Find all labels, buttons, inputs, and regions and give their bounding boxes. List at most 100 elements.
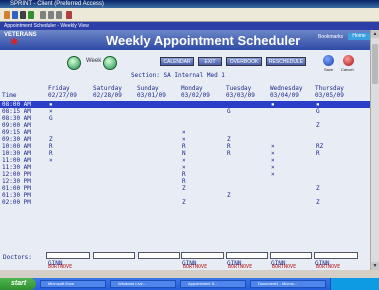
slot-cell[interactable]: R (227, 143, 231, 150)
refresh-icon[interactable] (28, 11, 34, 19)
slot-cell[interactable]: Z (49, 136, 53, 143)
table-row[interactable]: 08:00 AM ▪ ▪ ▪ (0, 101, 370, 108)
scroll-up-icon[interactable]: ▲ (371, 30, 379, 38)
table-row[interactable]: 01:00 PM Z Z (0, 185, 370, 192)
table-row[interactable]: 02:00 PM Z Z (0, 199, 370, 206)
app-title: Appointment Scheduler - Weekly View (4, 23, 89, 29)
slot-cell[interactable]: × (49, 108, 53, 115)
slot-cell[interactable]: × (271, 171, 275, 178)
overbook-button[interactable]: OVERBOOK (226, 57, 262, 66)
slot-cell[interactable]: R (227, 150, 231, 157)
cancel-label: Cancel (341, 67, 354, 72)
previous-week-button[interactable] (67, 56, 81, 70)
slot-cell[interactable]: Z (182, 185, 186, 192)
window-title: SPRINT - Client (Preferred Access) (10, 1, 104, 7)
slot-cell[interactable]: × (182, 136, 186, 143)
day-header-friday: Friday 02/27/09 (48, 85, 77, 99)
slot-cell[interactable]: Z (316, 122, 320, 129)
time-cell: 02:00 PM (2, 199, 31, 206)
slot-cell[interactable]: Z (227, 136, 231, 143)
time-cell: 01:30 PM (2, 192, 31, 199)
slot-cell[interactable]: × (182, 129, 186, 136)
slot-cell[interactable]: × (271, 143, 275, 150)
time-cell: 08:30 AM (2, 115, 31, 122)
slot-cell[interactable]: Z (316, 185, 320, 192)
slot-cell[interactable]: R (182, 143, 186, 150)
table-row[interactable]: 09:15 AM × (0, 129, 370, 136)
table-row[interactable]: 09:30 AM Z × Z (0, 136, 370, 143)
time-cell: 11:30 AM (2, 164, 31, 171)
table-row[interactable]: 08:30 AM G (0, 115, 370, 122)
slot-cell[interactable]: R (316, 150, 320, 157)
vertical-scrollbar[interactable]: ▲ ▼ (370, 30, 379, 270)
taskbar-item[interactable]: Document1 - Micros... (250, 280, 326, 288)
doctor-field-thursday[interactable]: BORTNOVE (314, 252, 358, 270)
scroll-down-icon[interactable]: ▼ (371, 262, 379, 270)
slot-cell[interactable]: RZ (316, 143, 323, 150)
bookmarks-link[interactable]: Bookmarks (318, 34, 343, 40)
doctor-field-wednesday[interactable]: BORTNOVE (270, 252, 312, 270)
taskbar-item[interactable]: Microsoft Exce (40, 280, 106, 288)
slot-cell[interactable]: × (182, 164, 186, 171)
cancel-icon[interactable] (343, 55, 354, 66)
table-row[interactable]: 09:00 AM Z (0, 122, 370, 129)
exit-button[interactable]: EXIT (198, 57, 222, 66)
slot-cell[interactable]: × (271, 157, 275, 164)
slot-cell[interactable]: G (316, 108, 320, 115)
table-row[interactable]: 08:15 AM × G G (0, 108, 370, 115)
doctor-name-wednesday: GINN (271, 260, 286, 267)
table-row[interactable]: 10:00 AM R R R × RZ (0, 143, 370, 150)
help-icon[interactable] (66, 11, 72, 19)
scroll-thumb[interactable] (372, 44, 378, 84)
paste-icon[interactable] (56, 11, 62, 19)
copy-icon[interactable] (48, 11, 54, 19)
slot-cell[interactable]: R (182, 171, 186, 178)
home-button[interactable]: Home (348, 33, 370, 40)
cut-icon[interactable] (40, 11, 46, 19)
doctor-field-tuesday[interactable]: BORTNOVE (226, 252, 268, 270)
slot-cell[interactable]: R (49, 143, 53, 150)
save-file-icon[interactable] (12, 11, 18, 19)
table-row[interactable]: 11:30 AM × × (0, 164, 370, 171)
taskbar-item[interactable]: Windows Live... (110, 280, 176, 288)
table-row[interactable]: 10:30 AM R N R × R (0, 150, 370, 157)
star-icon: ✱ (10, 37, 19, 48)
doctor-field-sunday[interactable] (138, 252, 180, 259)
doctor-field-saturday[interactable] (93, 252, 135, 259)
slot-cell[interactable]: G (49, 115, 53, 122)
slot-cell[interactable]: × (271, 150, 275, 157)
slot-cell[interactable]: × (182, 157, 186, 164)
table-row[interactable]: 12:30 PM R (0, 178, 370, 185)
doctors-label: Doctors: (3, 254, 32, 261)
calendar-button[interactable]: CALENDAR (160, 57, 194, 66)
time-cell: 01:00 PM (2, 185, 31, 192)
taskbar-item[interactable]: Appointment S... (180, 280, 246, 288)
slot-cell[interactable]: ▪ (271, 101, 275, 108)
doctor-field-friday[interactable]: BORTNOVE (46, 252, 90, 270)
window-title-bar: SPRINT - Client (Preferred Access) (0, 0, 379, 8)
slot-cell[interactable]: Z (316, 199, 320, 206)
time-cell: 08:00 AM (2, 101, 31, 108)
table-row[interactable]: 01:30 PM Z (0, 192, 370, 199)
slot-cell[interactable]: Z (182, 199, 186, 206)
next-week-button[interactable] (103, 56, 117, 70)
slot-cell[interactable]: × (49, 157, 53, 164)
doctor-field-monday[interactable]: BORTNOVE (181, 252, 224, 270)
page-title: Weekly Appointment Scheduler (106, 33, 301, 48)
save-icon[interactable] (323, 55, 334, 66)
print-icon[interactable] (20, 11, 26, 19)
slot-cell[interactable]: R (49, 150, 53, 157)
slot-cell[interactable]: Z (227, 192, 231, 199)
open-icon[interactable] (4, 11, 10, 19)
reschedule-button[interactable]: RESCHEDULE (266, 57, 306, 66)
slot-cell[interactable]: N (182, 150, 186, 157)
table-row[interactable]: 12:00 PM R × (0, 171, 370, 178)
table-row[interactable]: 11:00 AM × × × (0, 157, 370, 164)
slot-cell[interactable]: ▪ (316, 101, 320, 108)
section-label: Section: SA Internal Med 1 (131, 72, 225, 79)
slot-cell[interactable]: R (182, 178, 186, 185)
slot-cell[interactable]: G (227, 108, 231, 115)
slot-cell[interactable]: ▪ (49, 101, 53, 108)
start-button[interactable]: start (0, 278, 36, 290)
slot-cell[interactable]: × (271, 164, 275, 171)
